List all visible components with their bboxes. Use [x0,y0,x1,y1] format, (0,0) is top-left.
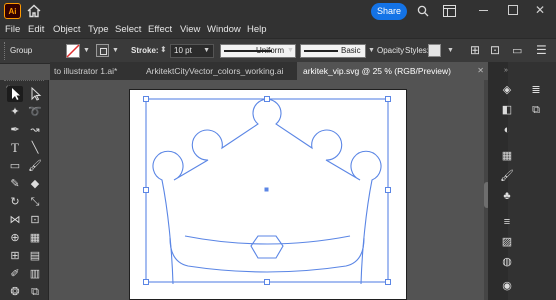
handle-middle-right[interactable] [385,187,391,193]
handle-top-left[interactable] [143,96,149,102]
handle-top-middle[interactable] [264,96,270,102]
handle-bottom-left[interactable] [143,279,149,285]
crown-artwork[interactable] [0,0,556,300]
handle-top-right[interactable] [385,96,391,102]
handle-bottom-right[interactable] [385,279,391,285]
handle-bottom-middle[interactable] [264,279,270,285]
center-point [264,187,269,192]
handle-middle-left[interactable] [143,187,149,193]
